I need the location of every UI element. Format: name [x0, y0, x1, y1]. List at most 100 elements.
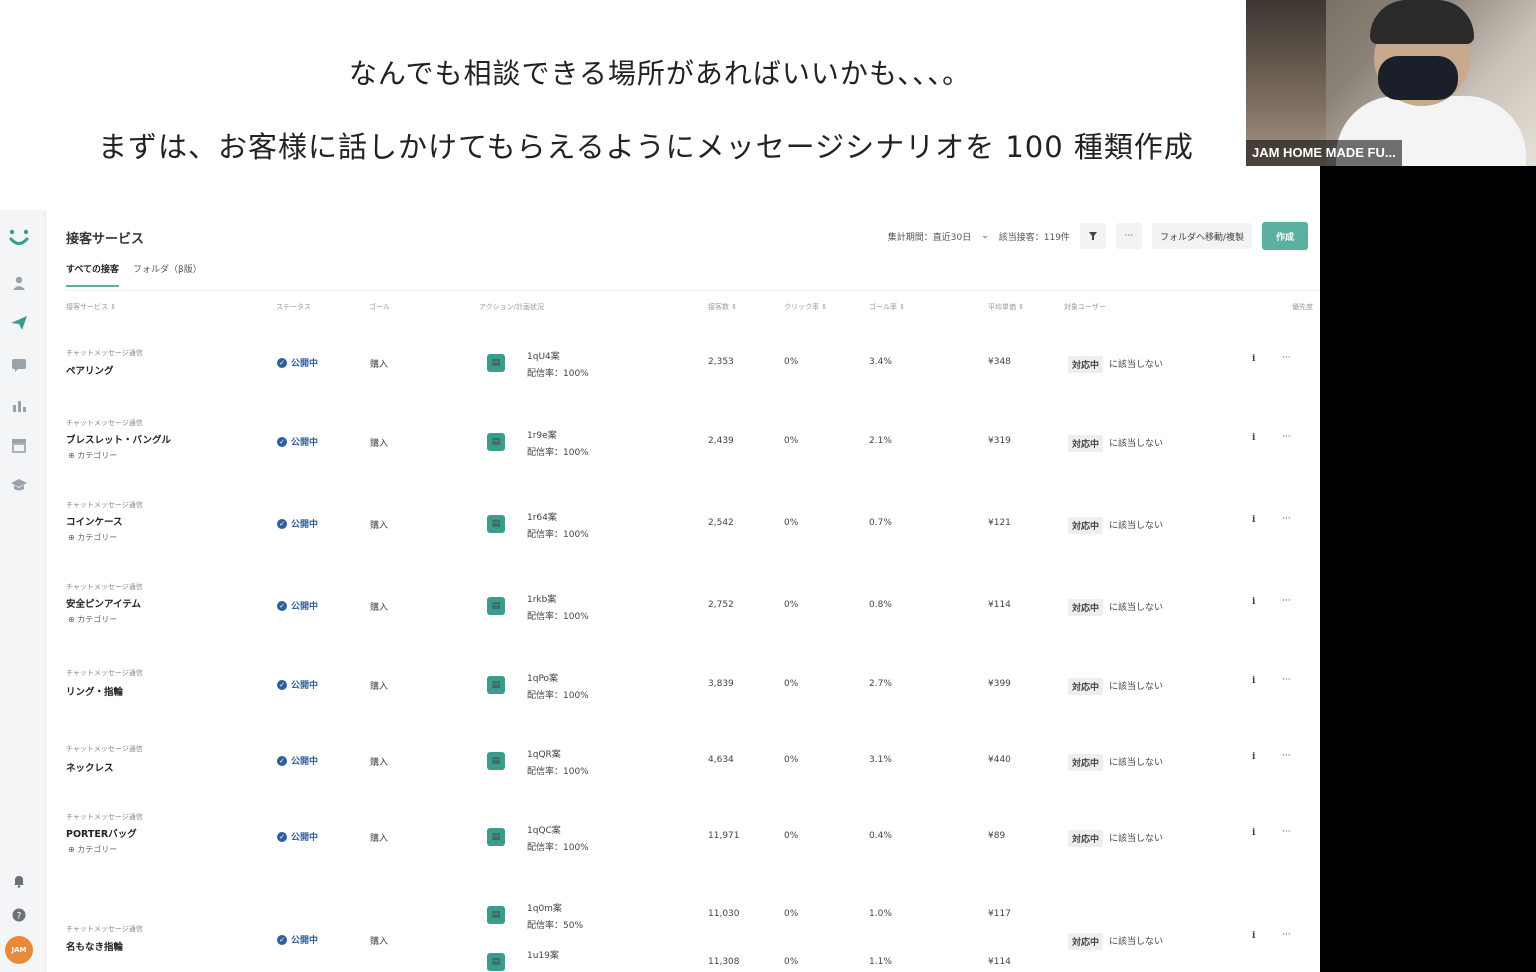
status-badge: ✓ 公開中: [277, 517, 318, 530]
row-visits: 2,439: [708, 436, 734, 446]
row-goal: 購入: [370, 521, 389, 531]
avatar[interactable]: JAM HOME MADE: [5, 936, 33, 964]
category-tag: ⊕ カテゴリー: [68, 615, 118, 624]
info-icon[interactable]: i: [1252, 515, 1255, 525]
action-name[interactable]: 1q0m案: [527, 901, 562, 914]
message-icon: ▤: [487, 597, 505, 615]
row-click-rate: 0%: [784, 518, 799, 528]
more-icon[interactable]: ···: [1282, 827, 1291, 837]
create-button[interactable]: 作成: [1261, 222, 1308, 250]
action-sub: 配信率：100%: [527, 448, 589, 458]
row-visits: 4,634: [708, 755, 734, 765]
col-priority: 優先度: [1292, 303, 1313, 311]
row-goal-rate: 2.7%: [869, 679, 892, 689]
message-icon: ▤: [487, 828, 505, 846]
status-badge: ✓ 公開中: [277, 933, 318, 946]
row-goal: 購入: [370, 360, 389, 370]
more-icon[interactable]: ···: [1282, 675, 1291, 685]
row-visits: 11,030: [708, 909, 740, 919]
row-goal-rate: 2.1%: [869, 436, 892, 446]
row-avg-price: ¥114: [988, 600, 1011, 610]
row-name[interactable]: 名もなき指輪: [66, 939, 123, 953]
row-name[interactable]: PORTERバッグ: [66, 826, 137, 840]
row-target: に該当しない: [1109, 682, 1164, 692]
more-icon[interactable]: ···: [1282, 751, 1291, 761]
info-icon[interactable]: i: [1252, 931, 1255, 941]
row-name[interactable]: 安全ピンアイテム: [66, 596, 141, 610]
info-icon[interactable]: i: [1252, 433, 1255, 443]
row-goal: 購入: [370, 439, 389, 449]
row-goal-rate: 1.0%: [869, 909, 892, 919]
action-name[interactable]: 1qU4案: [527, 349, 560, 362]
col-avg-price[interactable]: 平均単価 ⇕: [988, 302, 1024, 312]
action-name[interactable]: 1u19案: [527, 948, 559, 961]
check-icon: ✓: [277, 436, 287, 447]
action-name[interactable]: 1qQC案: [527, 823, 561, 836]
row-type: チャットメッセージ通信: [66, 349, 143, 357]
action-sub: 配信率：50%: [527, 921, 584, 931]
more-button[interactable]: ···: [1115, 223, 1142, 249]
user-icon[interactable]: [10, 274, 28, 292]
info-icon[interactable]: i: [1252, 676, 1255, 686]
tab-folder[interactable]: フォルダ（β版）: [133, 262, 202, 287]
row-visits: 2,353: [708, 357, 734, 367]
send-icon[interactable]: [10, 314, 28, 332]
row-avg-price: ¥319: [988, 436, 1011, 446]
row-name[interactable]: コインケース: [66, 514, 123, 528]
row-avg-price: ¥89: [988, 831, 1006, 841]
action-name[interactable]: 1rkb案: [527, 592, 556, 605]
info-icon[interactable]: i: [1252, 354, 1255, 364]
filter-button[interactable]: [1079, 223, 1106, 249]
check-icon: ✓: [277, 934, 287, 945]
period-select[interactable]: 集計期間：直近30日: [888, 230, 971, 243]
target-badge: 対応中: [1068, 356, 1104, 373]
more-icon[interactable]: ···: [1282, 596, 1291, 606]
bell-icon[interactable]: [10, 872, 28, 890]
action-name[interactable]: 1qPo案: [527, 671, 558, 684]
divider: [66, 290, 1320, 291]
bar-chart-icon[interactable]: [10, 396, 28, 414]
info-icon[interactable]: i: [1252, 828, 1255, 838]
graduation-cap-icon[interactable]: [10, 476, 28, 494]
row-name[interactable]: ブレスレット・バングル: [66, 432, 171, 446]
target-badge: 対応中: [1068, 933, 1104, 950]
help-icon[interactable]: ?: [10, 906, 28, 924]
action-name[interactable]: 1r64案: [527, 510, 557, 523]
col-goal-rate[interactable]: ゴール率 ⇕: [869, 302, 905, 312]
more-icon[interactable]: ···: [1282, 353, 1291, 363]
row-name[interactable]: ネックレス: [66, 760, 114, 774]
participant-name: JAM HOME MADE FU...: [1246, 140, 1402, 166]
sidebar: ? JAM HOME MADE: [0, 210, 46, 972]
more-icon[interactable]: ···: [1282, 432, 1291, 442]
video-tile[interactable]: JAM HOME MADE FU...: [1246, 0, 1536, 166]
tab-all[interactable]: すべての接客: [66, 262, 120, 287]
row-name[interactable]: ペアリング: [66, 363, 114, 377]
category-tag: ⊕ カテゴリー: [68, 845, 118, 854]
more-icon[interactable]: ···: [1282, 514, 1291, 524]
action-name[interactable]: 1qQR案: [527, 747, 561, 760]
action-sub: 配信率：100%: [527, 530, 589, 540]
more-icon[interactable]: ···: [1282, 930, 1291, 940]
chat-icon[interactable]: [10, 356, 28, 374]
col-service[interactable]: 接客サービス ⇕: [66, 302, 116, 312]
row-click-rate: 0%: [784, 679, 799, 689]
category-tag: ⊕ カテゴリー: [68, 533, 118, 542]
info-icon[interactable]: i: [1252, 597, 1255, 607]
row-click-rate: 0%: [784, 957, 799, 967]
action-name[interactable]: 1r9e案: [527, 428, 557, 441]
move-copy-button[interactable]: フォルダへ移動/複製: [1151, 223, 1252, 249]
col-click-rate[interactable]: クリック率 ⇕: [784, 302, 827, 312]
check-icon: ✓: [277, 357, 287, 368]
col-visits[interactable]: 接客数 ⇕: [708, 302, 737, 312]
row-target: に該当しない: [1109, 603, 1164, 613]
main-content: 接客サービス 集計期間：直近30日 ⌄ 該当接客：119件 ··· フォルダへ移…: [46, 210, 1320, 972]
store-icon[interactable]: [10, 436, 28, 454]
row-avg-price: ¥114: [988, 957, 1011, 967]
row-target: に該当しない: [1109, 360, 1164, 370]
target-badge: 対応中: [1068, 435, 1104, 452]
logo-icon[interactable]: [7, 226, 31, 250]
info-icon[interactable]: i: [1252, 752, 1255, 762]
action-sub: 配信率：100%: [527, 843, 589, 853]
row-name[interactable]: リング・指輪: [66, 684, 123, 698]
face-mask: [1378, 56, 1458, 100]
